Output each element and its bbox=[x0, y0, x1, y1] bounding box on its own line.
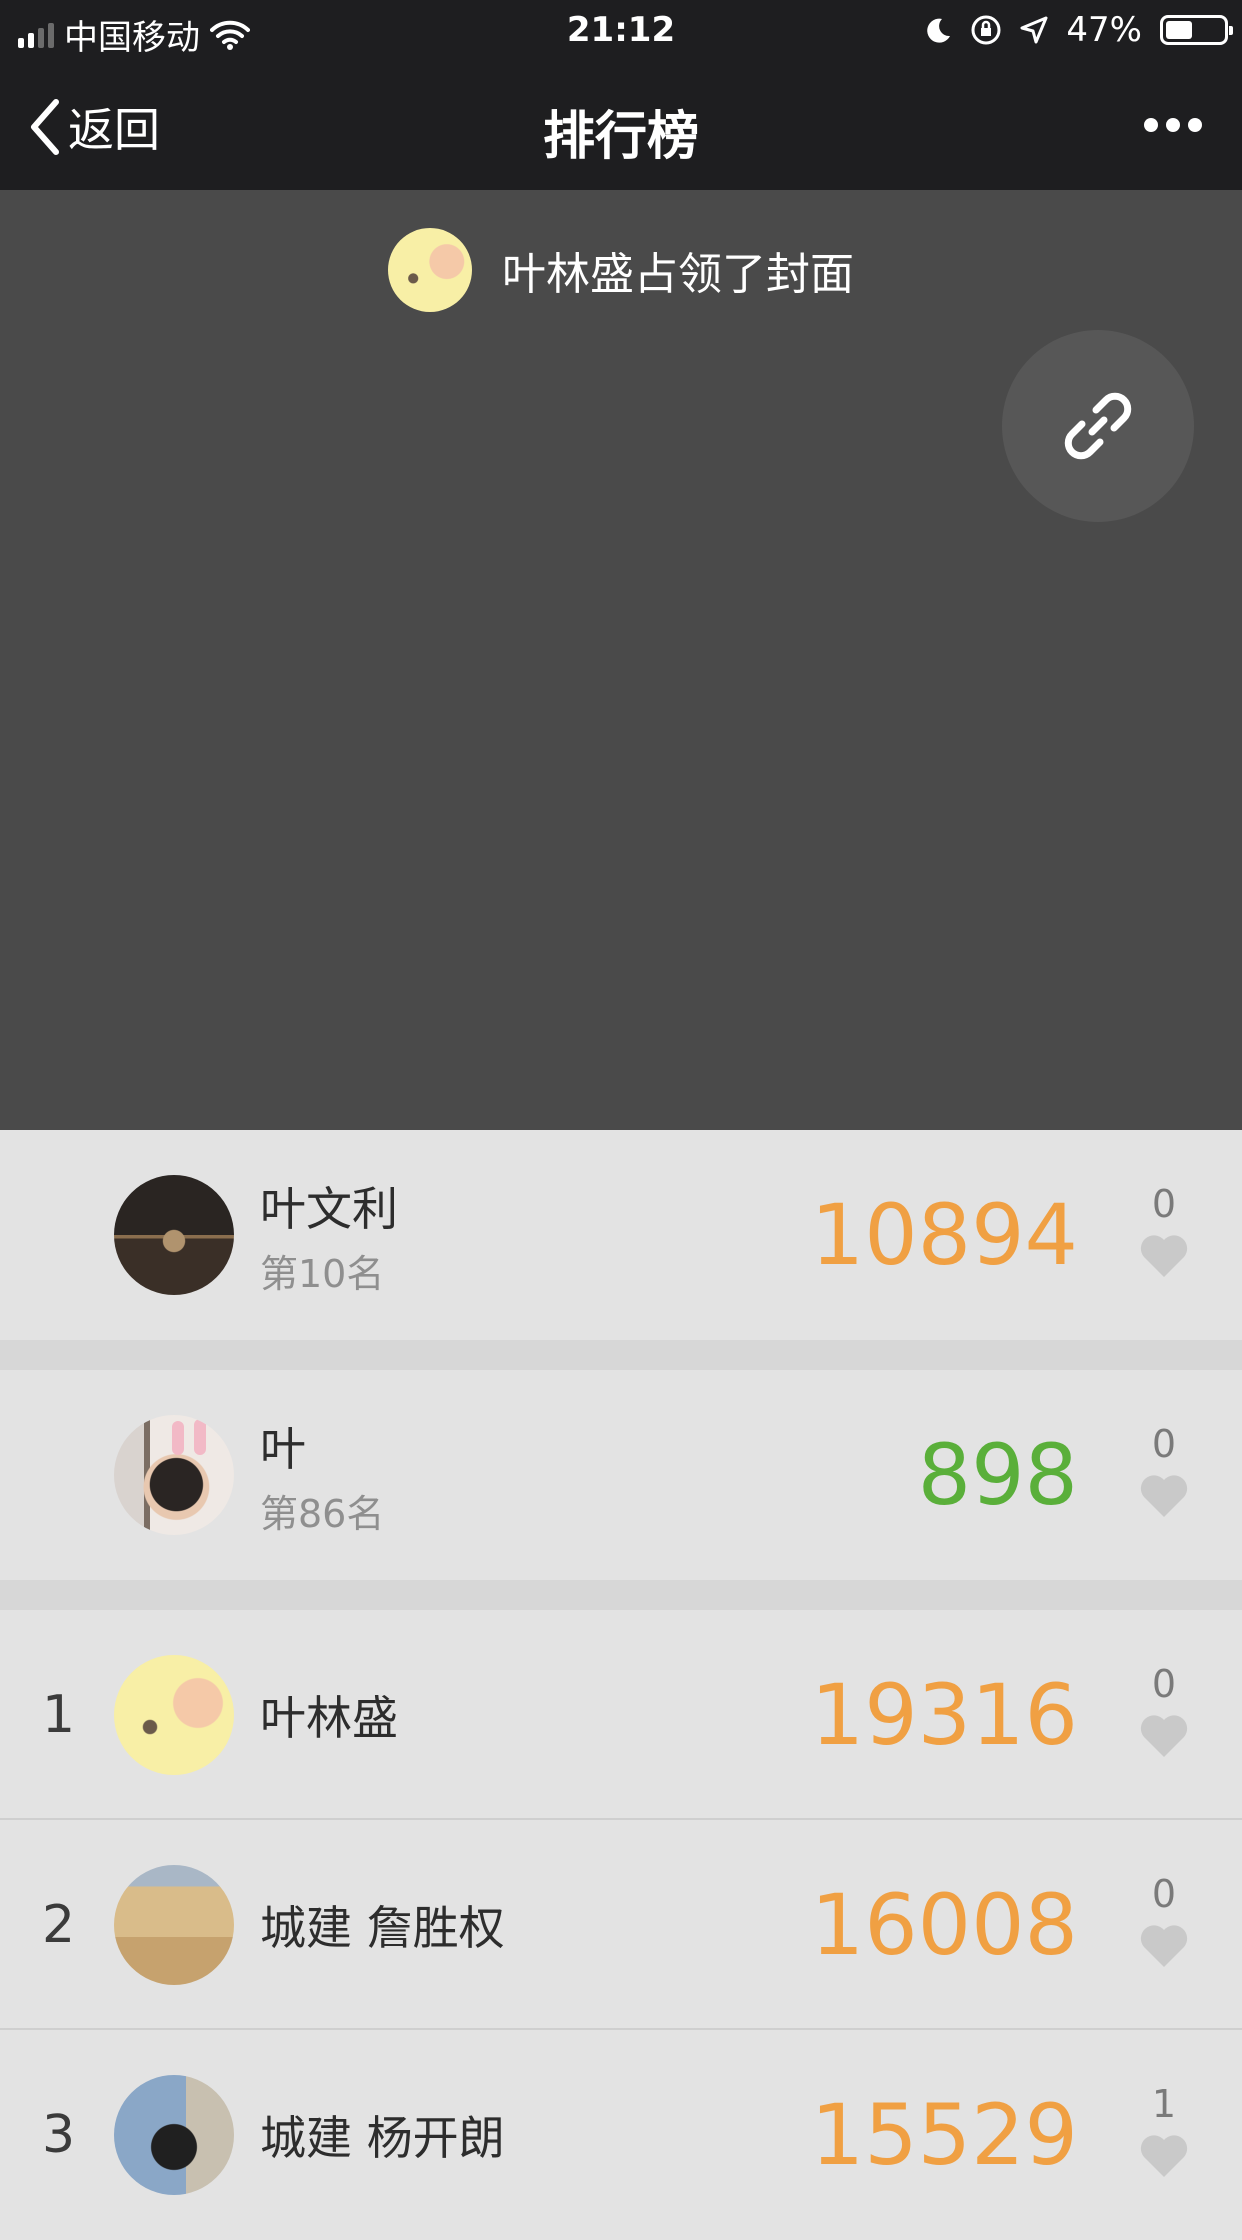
table-row[interactable]: 3 城建 杨开朗 15529 1 bbox=[0, 2030, 1242, 2240]
rank-list: 叶文利 第10名 10894 0 叶 第86名 898 0 1 叶林盛 1931… bbox=[0, 1130, 1242, 2240]
like-button[interactable]: 0 bbox=[1124, 1422, 1204, 1518]
step-count: 16008 bbox=[810, 1876, 1078, 1974]
nav-bar: 返回 排行榜 bbox=[0, 62, 1242, 190]
user-name: 城建 杨开朗 bbox=[260, 2111, 505, 2165]
avatar bbox=[114, 2075, 234, 2195]
cover-owner-avatar bbox=[388, 228, 472, 312]
friend-rank-row[interactable]: 叶 第86名 898 0 bbox=[0, 1370, 1242, 1580]
link-button[interactable] bbox=[1002, 330, 1194, 522]
like-button[interactable]: 1 bbox=[1124, 2082, 1204, 2178]
like-count: 0 bbox=[1151, 1422, 1177, 1466]
name-block: 城建 詹胜权 bbox=[260, 1820, 505, 2030]
section-spacer bbox=[0, 1340, 1242, 1370]
avatar bbox=[114, 1865, 234, 1985]
name-block: 叶林盛 bbox=[260, 1610, 398, 1820]
cover-area[interactable]: 叶林盛占领了封面 bbox=[0, 190, 1242, 1130]
heart-icon bbox=[1140, 1475, 1188, 1517]
like-button[interactable]: 0 bbox=[1124, 1662, 1204, 1758]
like-button[interactable]: 0 bbox=[1124, 1872, 1204, 1968]
step-count: 10894 bbox=[810, 1186, 1078, 1284]
like-button[interactable]: 0 bbox=[1124, 1182, 1204, 1278]
heart-icon bbox=[1140, 1235, 1188, 1277]
table-row[interactable]: 1 叶林盛 19316 0 bbox=[0, 1610, 1242, 1820]
like-count: 0 bbox=[1151, 1662, 1177, 1706]
heart-icon bbox=[1140, 1925, 1188, 1967]
user-rank: 第10名 bbox=[260, 1251, 385, 1296]
page-title: 排行榜 bbox=[542, 107, 699, 167]
my-rank-row[interactable]: 叶文利 第10名 10894 0 bbox=[0, 1130, 1242, 1340]
like-count: 1 bbox=[1151, 2082, 1177, 2126]
user-name: 城建 詹胜权 bbox=[260, 1901, 505, 1955]
user-name: 叶文利 bbox=[260, 1181, 398, 1236]
name-block: 叶 第86名 bbox=[260, 1370, 384, 1580]
battery-icon bbox=[1160, 15, 1233, 45]
location-icon bbox=[1020, 16, 1048, 44]
rank-number: 2 bbox=[42, 1895, 76, 1955]
rank-number: 3 bbox=[42, 2105, 76, 2165]
heart-icon bbox=[1140, 2135, 1188, 2177]
cover-owner-text: 叶林盛占领了封面 bbox=[502, 249, 854, 300]
battery-percent: 47% bbox=[1066, 10, 1142, 50]
status-bar: 中国移动 21:12 47% bbox=[0, 0, 1242, 62]
like-count: 0 bbox=[1151, 1872, 1177, 1916]
more-icon[interactable] bbox=[1144, 118, 1202, 132]
avatar bbox=[114, 1655, 234, 1775]
name-block: 城建 杨开朗 bbox=[260, 2030, 505, 2240]
avatar bbox=[114, 1175, 234, 1295]
heart-icon bbox=[1140, 1715, 1188, 1757]
moon-icon bbox=[927, 18, 951, 43]
name-block: 叶文利 第10名 bbox=[260, 1130, 398, 1340]
rotation-lock-icon bbox=[971, 15, 1001, 45]
like-count: 0 bbox=[1151, 1182, 1177, 1226]
step-count: 19316 bbox=[810, 1666, 1078, 1764]
user-name: 叶林盛 bbox=[260, 1691, 398, 1745]
user-rank: 第86名 bbox=[260, 1491, 385, 1536]
step-count: 15529 bbox=[810, 2086, 1078, 2184]
status-right: 47% bbox=[924, 10, 1233, 50]
user-name: 叶 bbox=[260, 1421, 306, 1476]
rank-number: 1 bbox=[42, 1685, 76, 1745]
cover-owner: 叶林盛占领了封面 bbox=[0, 228, 1242, 312]
step-count: 898 bbox=[917, 1426, 1078, 1524]
link-icon bbox=[1064, 392, 1132, 460]
table-row[interactable]: 2 城建 詹胜权 16008 0 bbox=[0, 1820, 1242, 2030]
section-spacer bbox=[0, 1580, 1242, 1610]
avatar bbox=[114, 1415, 234, 1535]
